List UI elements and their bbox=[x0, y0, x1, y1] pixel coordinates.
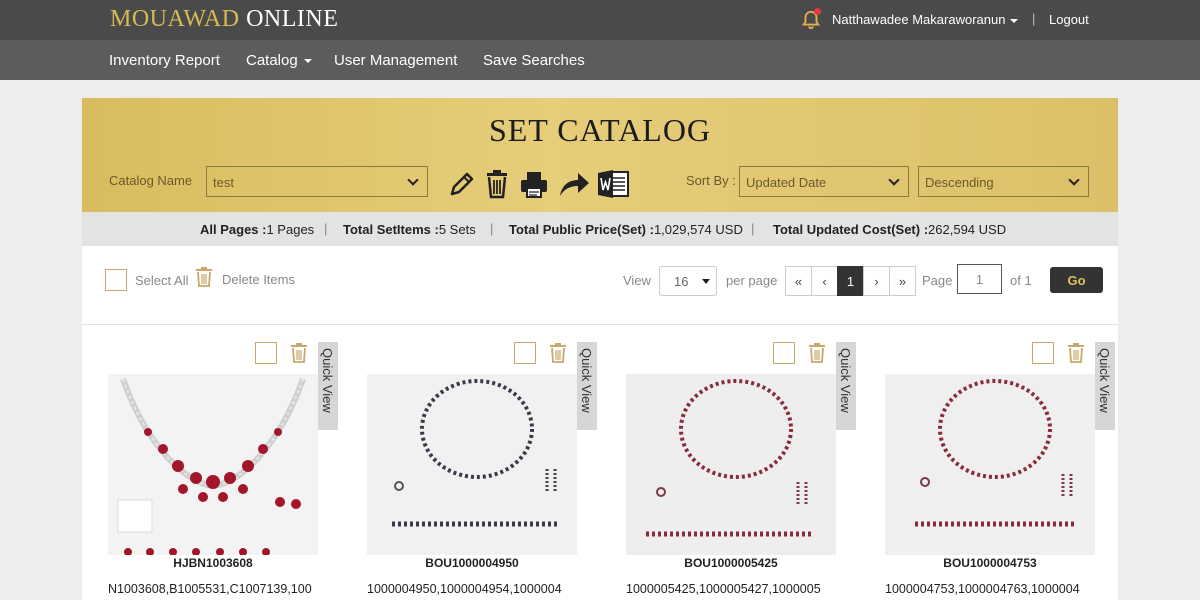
trash-icon[interactable] bbox=[548, 342, 568, 364]
top-bar: MOUAWAD ONLINE Natthawadee Makaraworanun… bbox=[0, 0, 1200, 40]
trash-icon[interactable] bbox=[1066, 342, 1086, 364]
product-select-checkbox[interactable] bbox=[255, 342, 277, 364]
nav-inventory-report[interactable]: Inventory Report bbox=[109, 52, 220, 69]
sort-by-select[interactable]: Updated Date bbox=[739, 166, 909, 197]
sort-by-value: Updated Date bbox=[746, 175, 827, 190]
quick-view-button[interactable]: Quick View bbox=[836, 342, 856, 430]
chevron-down-icon bbox=[1010, 18, 1019, 23]
product-image[interactable] bbox=[367, 374, 577, 555]
product-items: 1000004753,1000004763,1000004 bbox=[885, 582, 1080, 596]
quick-view-button[interactable]: Quick View bbox=[577, 342, 597, 430]
stat-separator: | bbox=[490, 221, 494, 236]
stat-all-pages: All Pages :1 Pages bbox=[200, 222, 315, 237]
chevron-down-icon bbox=[303, 59, 312, 64]
per-page-label: per page bbox=[726, 273, 778, 288]
nav-save-searches[interactable]: Save Searches bbox=[483, 52, 585, 69]
nav-catalog[interactable]: Catalog bbox=[246, 52, 312, 69]
edit-pencil-icon[interactable] bbox=[446, 168, 476, 200]
pager-page-1[interactable]: 1 bbox=[837, 266, 864, 296]
chevron-down-icon bbox=[888, 174, 900, 186]
page-size-select[interactable]: 16 bbox=[659, 266, 717, 296]
chevron-down-icon bbox=[407, 174, 419, 186]
brand-name-part2: ONLINE bbox=[246, 6, 339, 32]
pager-next[interactable]: › bbox=[863, 266, 890, 296]
quick-view-button[interactable]: Quick View bbox=[318, 342, 338, 430]
trash-icon[interactable] bbox=[807, 342, 827, 364]
page-number-input[interactable]: 1 bbox=[957, 264, 1002, 294]
catalog-name-select[interactable]: test bbox=[206, 166, 428, 197]
product-code[interactable]: BOU1000004950 bbox=[367, 556, 577, 570]
sort-order-value: Descending bbox=[925, 175, 994, 190]
page-size-value: 16 bbox=[674, 274, 689, 289]
catalog-stats: All Pages :1 Pages | Total SetItems :5 S… bbox=[82, 212, 1118, 246]
catalog-header: SET CATALOG Catalog Name test Sort By: … bbox=[82, 98, 1118, 212]
product-code[interactable]: HJBN1003608 bbox=[108, 556, 318, 570]
product-image[interactable] bbox=[626, 374, 836, 555]
go-button[interactable]: Go bbox=[1050, 267, 1103, 293]
user-menu[interactable]: Natthawadee Makaraworanun bbox=[832, 12, 1019, 27]
sort-order-select[interactable]: Descending bbox=[918, 166, 1089, 197]
pager-last[interactable]: » bbox=[889, 266, 916, 296]
select-all-label[interactable]: Select All bbox=[135, 273, 188, 288]
catalog-panel: SET CATALOG Catalog Name test Sort By: … bbox=[82, 98, 1118, 600]
stat-total-updated-cost: Total Updated Cost(Set) :262,594 USD bbox=[773, 222, 1007, 237]
brand-logo[interactable]: MOUAWAD ONLINE bbox=[110, 6, 338, 33]
product-image[interactable] bbox=[108, 374, 318, 555]
product-items: 1000005425,1000005427,1000005 bbox=[626, 582, 821, 596]
product-card: Quick View BOU1000004950 1000004950,1000… bbox=[367, 342, 607, 600]
print-icon[interactable] bbox=[518, 168, 550, 200]
stat-separator: | bbox=[751, 221, 755, 236]
page-title: SET CATALOG bbox=[488, 112, 712, 148]
page-label: Page bbox=[922, 273, 953, 288]
user-name: Natthawadee Makaraworanun bbox=[832, 12, 1006, 27]
product-items: 1000004950,1000004954,1000004 bbox=[367, 582, 562, 596]
delete-items-trash-icon[interactable] bbox=[194, 266, 214, 288]
brand-name-part1: MOUAWAD bbox=[110, 6, 240, 32]
nav-user-management[interactable]: User Management bbox=[334, 52, 457, 69]
delete-items-label[interactable]: Delete Items bbox=[222, 272, 295, 287]
product-select-checkbox[interactable] bbox=[1032, 342, 1054, 364]
top-separator: | bbox=[1032, 11, 1036, 26]
stat-total-public-price: Total Public Price(Set) :1,029,574 USD bbox=[509, 222, 743, 237]
stat-total-set-items: Total SetItems :5 Sets bbox=[343, 222, 476, 237]
quick-view-button[interactable]: Quick View bbox=[1095, 342, 1115, 430]
page-total-label: of 1 bbox=[1010, 273, 1032, 288]
product-code[interactable]: BOU1000004753 bbox=[885, 556, 1095, 570]
product-select-checkbox[interactable] bbox=[773, 342, 795, 364]
product-card: Quick View BOU1000005425 1000005425,1000… bbox=[626, 342, 866, 600]
stat-separator: | bbox=[324, 221, 328, 236]
notification-dot bbox=[814, 8, 821, 15]
pagination: « ‹ 1 › » bbox=[785, 266, 916, 296]
caret-down-icon bbox=[702, 279, 710, 284]
product-card: Quick View BOU1000004753 1000004753,1000… bbox=[885, 342, 1125, 600]
nav-catalog-label: Catalog bbox=[246, 52, 298, 69]
divider bbox=[82, 324, 1118, 325]
catalog-name-label: Catalog Name bbox=[109, 173, 193, 188]
pager-first[interactable]: « bbox=[785, 266, 812, 296]
main-nav: Inventory Report Catalog User Management… bbox=[0, 40, 1200, 80]
select-all-checkbox[interactable] bbox=[105, 269, 127, 291]
product-items: N1003608,B1005531,C1007139,100 bbox=[108, 582, 312, 596]
chevron-down-icon bbox=[1068, 174, 1080, 186]
product-select-checkbox[interactable] bbox=[514, 342, 536, 364]
product-image[interactable] bbox=[885, 374, 1095, 555]
share-arrow-icon[interactable] bbox=[556, 168, 592, 200]
trash-icon[interactable] bbox=[289, 342, 309, 364]
trash-icon[interactable] bbox=[484, 168, 510, 200]
catalog-name-value: test bbox=[213, 175, 234, 190]
logout-link[interactable]: Logout bbox=[1049, 12, 1089, 27]
sort-by-label: Sort By : bbox=[686, 173, 736, 188]
product-card: Quick View HJBN1003608 N1003608,B1005531… bbox=[108, 342, 348, 600]
product-code[interactable]: BOU1000005425 bbox=[626, 556, 836, 570]
view-label: View bbox=[623, 273, 651, 288]
pager-prev[interactable]: ‹ bbox=[811, 266, 838, 296]
word-export-icon[interactable] bbox=[596, 168, 630, 200]
